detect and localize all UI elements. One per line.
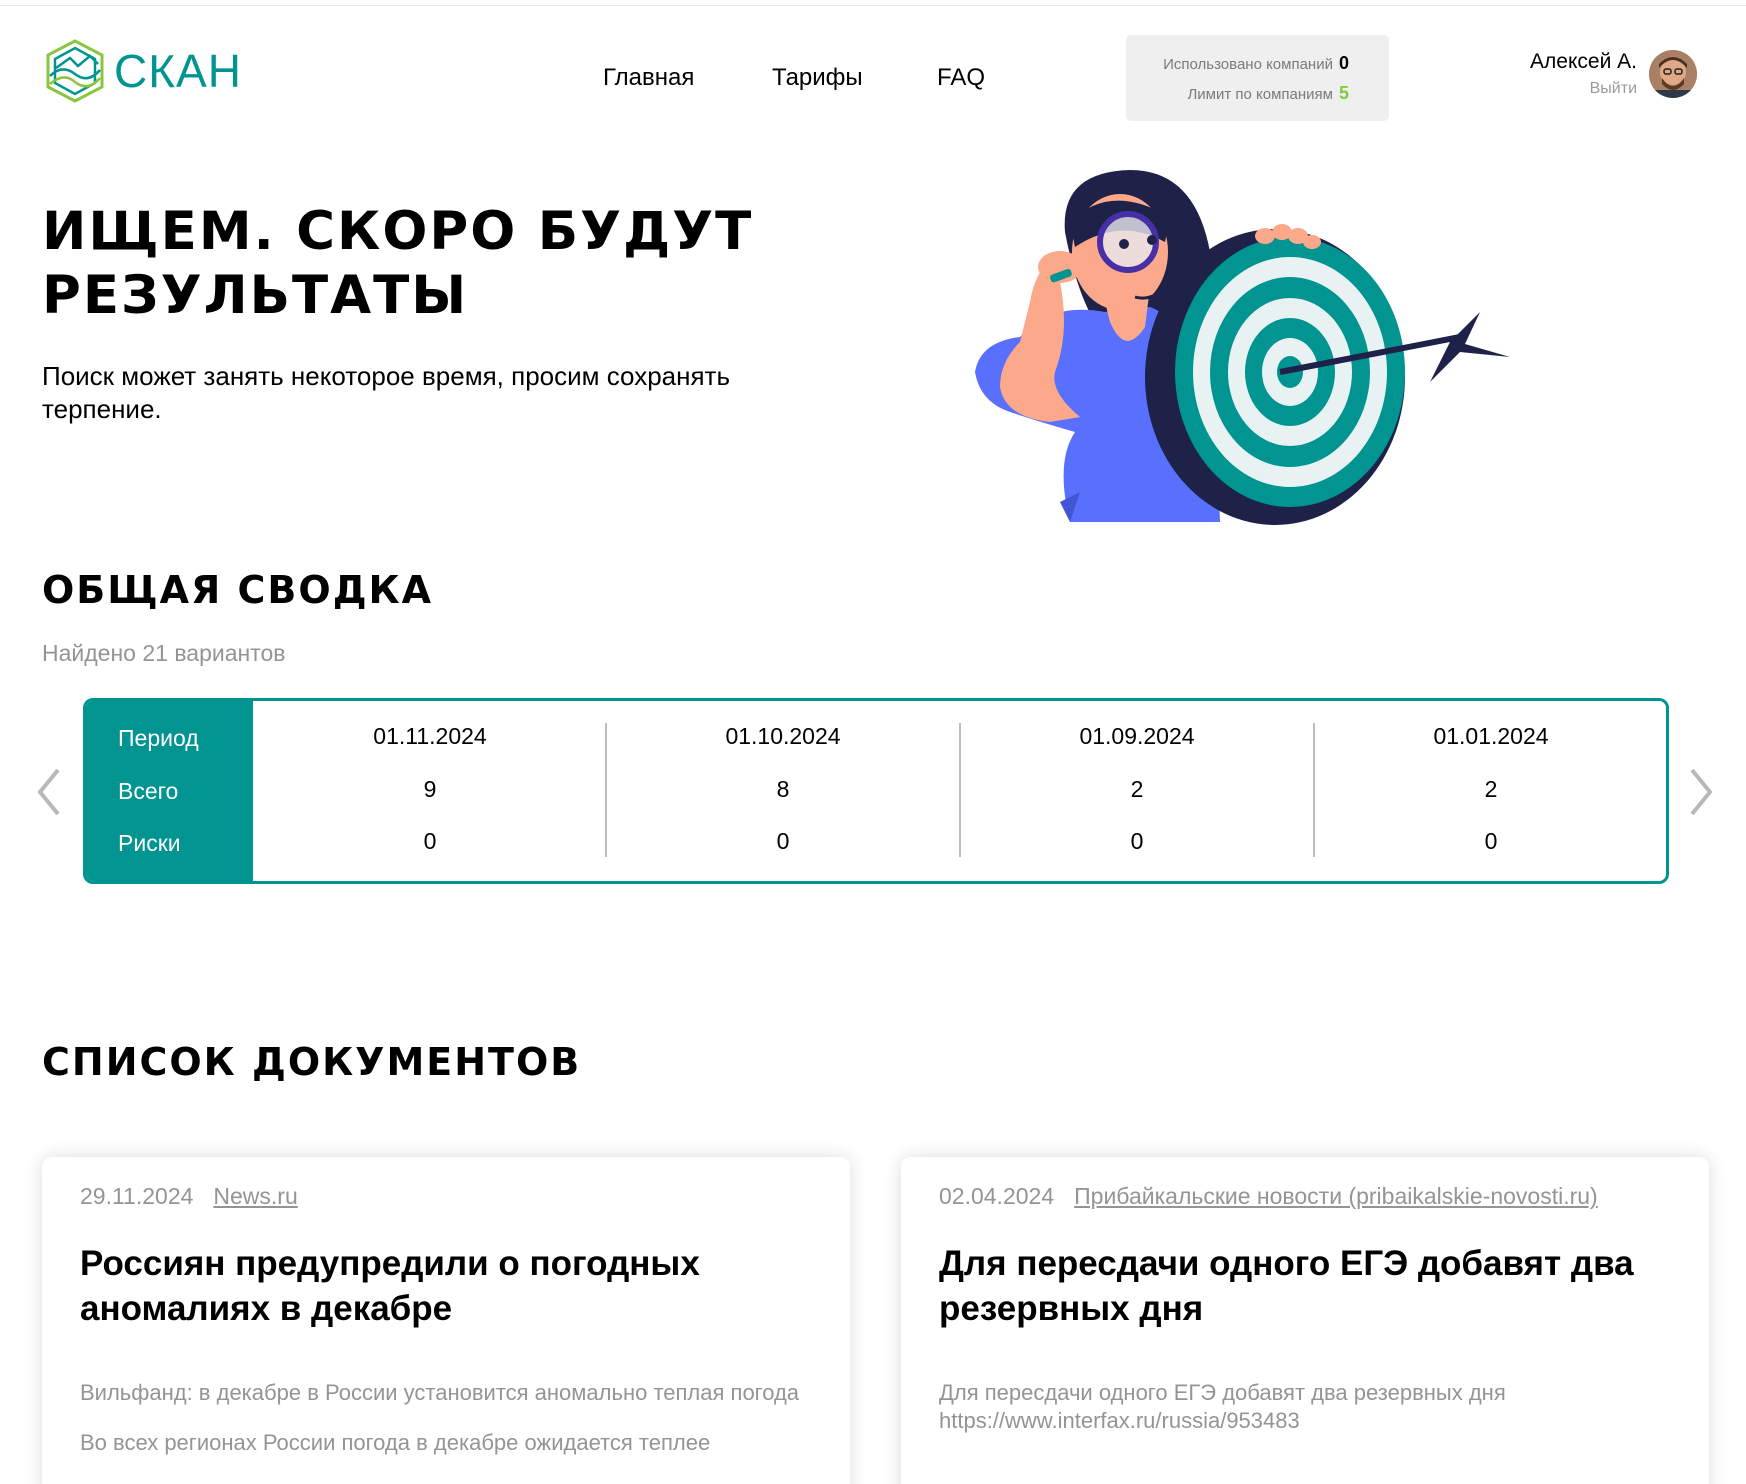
summary-title: ОБЩАЯ СВОДКА: [42, 568, 434, 612]
carousel-prev-button[interactable]: [30, 762, 70, 822]
period-cell: 01.10.2024: [725, 723, 841, 749]
summary-column: 01.01.2024 2 0: [1313, 723, 1666, 857]
summary-table-header: Период Всего Риски: [86, 701, 253, 881]
documents-title: СПИСОК ДОКУМЕНТОВ: [42, 1040, 582, 1084]
total-cell: 2: [1130, 776, 1144, 802]
logo-text: СКАН: [114, 45, 242, 97]
document-text: Вильфанд: в декабре в России установится…: [80, 1380, 800, 1405]
total-cell: 9: [423, 776, 437, 802]
chevron-right-icon: [1690, 768, 1713, 816]
period-cell: 01.09.2024: [1079, 723, 1195, 749]
row-label-risks: Риски: [118, 830, 181, 856]
total-cell: 2: [1484, 776, 1498, 802]
nav-home[interactable]: Главная: [603, 64, 694, 92]
summary-column: 01.10.2024 8 0: [605, 723, 959, 857]
period-cell: 01.01.2024: [1433, 723, 1549, 749]
avatar[interactable]: [1649, 50, 1697, 98]
period-cell: 01.11.2024: [373, 723, 487, 749]
nav-faq[interactable]: FAQ: [937, 64, 985, 92]
logout-link[interactable]: Выйти: [1590, 80, 1637, 98]
risks-cell: 0: [1484, 828, 1498, 854]
row-label-period: Период: [118, 725, 199, 751]
document-source-link[interactable]: Прибайкальские новости (pribaikalskie-no…: [1074, 1183, 1598, 1209]
avatar-image: [1649, 50, 1697, 98]
row-label-total: Всего: [118, 778, 179, 804]
summary-table: Период Всего Риски 01.11.2024 9 0 01.10.…: [83, 698, 1669, 884]
found-count: Найдено 21 вариантов: [42, 640, 286, 666]
document-card: 02.04.2024 Прибайкальские новости (pribai…: [901, 1157, 1709, 1484]
document-card: 29.11.2024 News.ru Россиян предупредили о…: [42, 1157, 850, 1484]
summary-column: 01.11.2024 9 0: [253, 723, 607, 857]
nav-tariffs[interactable]: Тарифы: [772, 64, 863, 92]
hero-subtitle: Поиск может занять некоторое время, прос…: [42, 361, 731, 424]
used-companies-label: Использовано компаний: [1163, 56, 1333, 73]
hero-title: ИЩЕМ. СКОРО БУДУТ РЕЗУЛЬТАТЫ: [42, 201, 754, 326]
user-name: Алексей А.: [1530, 50, 1637, 73]
company-limit-value: 5: [1338, 83, 1349, 103]
used-companies: Использовано компаний 0: [1163, 53, 1349, 74]
document-title: Для пересдачи одного ЕГЭ добавят два рез…: [939, 1244, 1634, 1328]
document-meta: 02.04.2024 Прибайкальские новости (pribai…: [939, 1183, 1598, 1210]
total-cell: 8: [776, 776, 790, 802]
risks-cell: 0: [1130, 828, 1144, 854]
document-date: 02.04.2024: [939, 1183, 1055, 1209]
summary-column: 01.09.2024 2 0: [959, 723, 1313, 857]
document-text: Во всех регионах России погода в декабре…: [80, 1430, 711, 1455]
risks-cell: 0: [776, 828, 790, 854]
used-companies-value: 0: [1338, 53, 1349, 73]
document-source-link[interactable]: News.ru: [213, 1183, 297, 1209]
document-meta: 29.11.2024 News.ru: [80, 1183, 298, 1210]
top-divider: [0, 0, 1746, 6]
carousel-next-button[interactable]: [1680, 762, 1720, 822]
logo-icon: [46, 39, 104, 103]
risks-cell: 0: [423, 828, 437, 854]
logo[interactable]: СКАН: [42, 38, 242, 104]
document-date: 29.11.2024: [80, 1183, 194, 1209]
company-limit: Лимит по компаниям 5: [1187, 83, 1349, 104]
search-illustration: [975, 170, 1510, 525]
usage-limits-panel: Использовано компаний 0 Лимит по компания…: [1126, 35, 1389, 121]
chevron-left-icon: [37, 768, 60, 816]
document-text: Для пересдачи одного ЕГЭ добавят два рез…: [939, 1380, 1506, 1433]
company-limit-label: Лимит по компаниям: [1187, 86, 1333, 103]
document-title: Россиян предупредили о погодных аномалия…: [80, 1244, 700, 1328]
